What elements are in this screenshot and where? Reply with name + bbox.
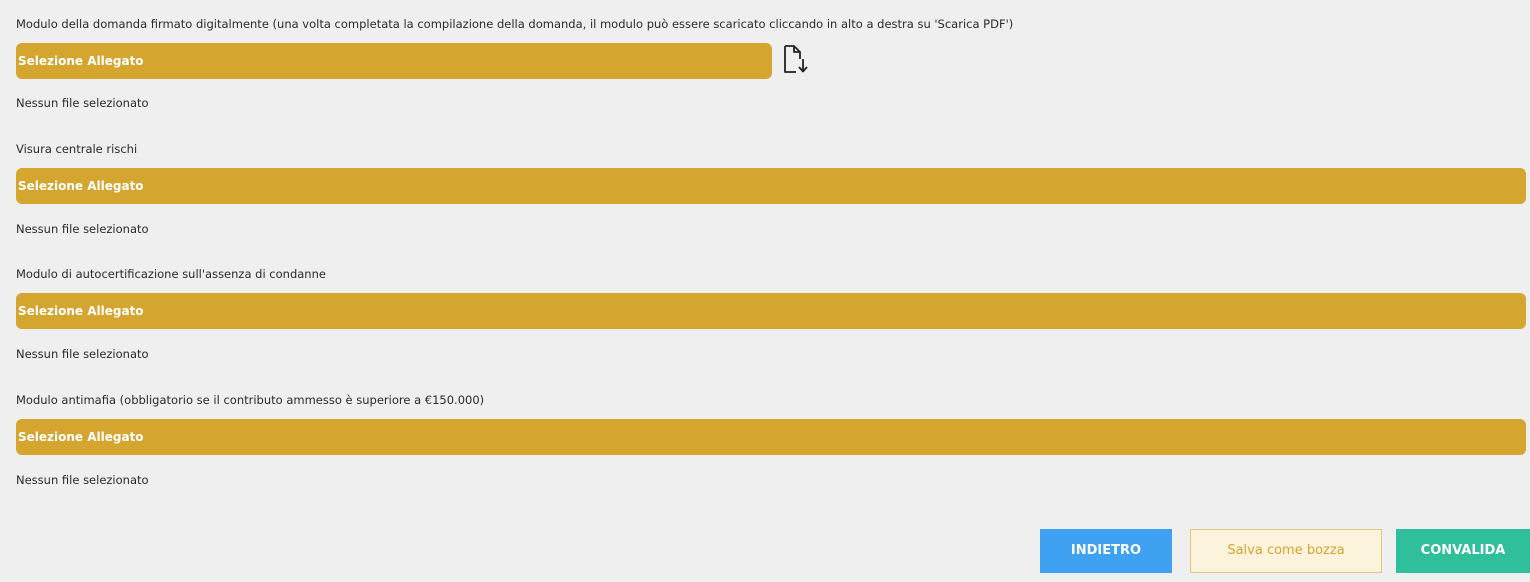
attachment-status-antimafia: Nessun file selezionato [16, 473, 149, 487]
select-attachment-button-central-risk-report[interactable]: Selezione Allegato [16, 168, 1526, 204]
attachment-status-signed-application: Nessun file selezionato [16, 96, 149, 110]
save-draft-button[interactable]: Salva come bozza [1190, 529, 1382, 573]
attachment-status-self-certification: Nessun file selezionato [16, 347, 149, 361]
attachment-label-self-certification: Modulo di autocertificazione sull'assenz… [16, 267, 326, 281]
select-attachment-button-signed-application[interactable]: Selezione Allegato [16, 43, 772, 79]
back-button[interactable]: INDIETRO [1040, 529, 1172, 573]
attachment-label-antimafia: Modulo antimafia (obbligatorio se il con… [16, 393, 485, 407]
select-attachment-button-antimafia[interactable]: Selezione Allegato [16, 419, 1526, 455]
file-download-icon[interactable] [783, 44, 809, 74]
validate-button[interactable]: CONVALIDA [1396, 529, 1530, 573]
attachment-status-central-risk-report: Nessun file selezionato [16, 222, 149, 236]
attachment-label-central-risk-report: Visura centrale rischi [16, 142, 138, 156]
select-attachment-button-self-certification[interactable]: Selezione Allegato [16, 293, 1526, 329]
attachment-label-signed-application: Modulo della domanda firmato digitalment… [16, 17, 1014, 31]
